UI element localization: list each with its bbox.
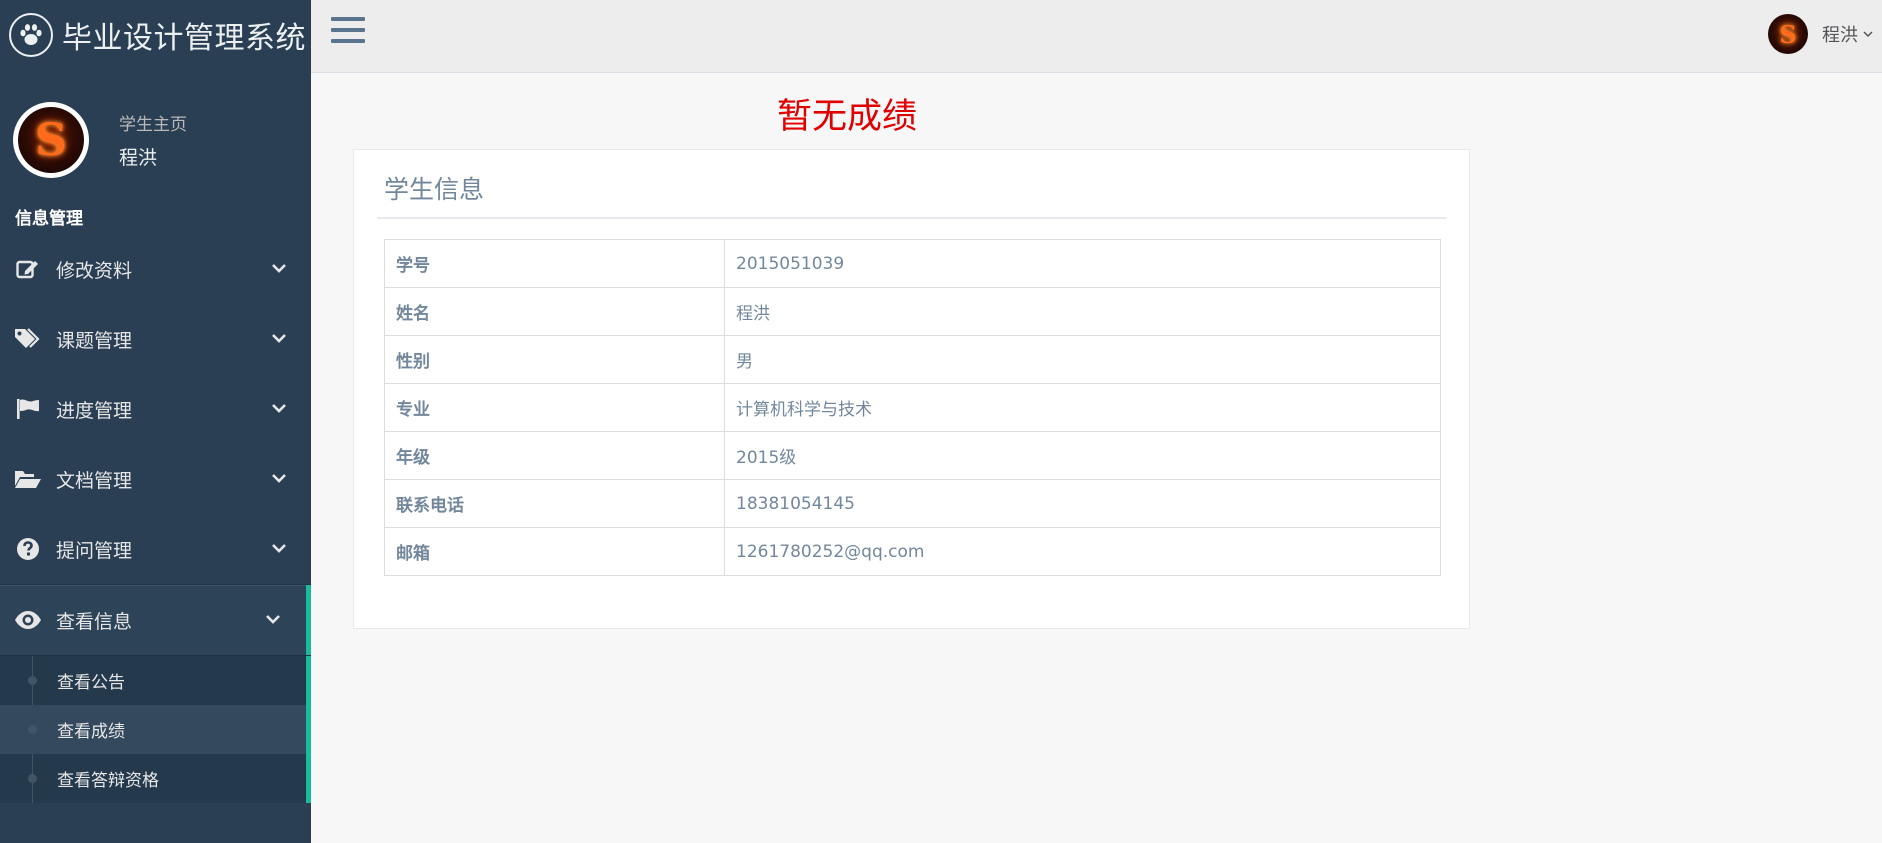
user-name: 程洪 xyxy=(1822,25,1858,46)
profile-welcome: 学生主页 xyxy=(119,115,187,135)
row-label: 联系电话 xyxy=(384,479,725,528)
submenu-view-info: 查看公告 查看成绩 查看答辩资格 xyxy=(0,656,311,803)
student-info-table: 学号 2015051039 姓名 程洪 性别 男 专业 计算机科学与技术 年级 … xyxy=(384,239,1441,576)
sidebar-item-edit-profile[interactable]: 修改资料 xyxy=(0,234,311,304)
avatar-letter: S xyxy=(1779,19,1797,49)
panel-title: 学生信息 xyxy=(384,175,485,204)
row-value: 男 xyxy=(724,335,1441,384)
row-value: 2015051039 xyxy=(724,239,1441,288)
row-value: 1261780252@qq.com xyxy=(724,527,1441,576)
flag-icon xyxy=(14,397,42,421)
sidebar-item-questions[interactable]: 提问管理 xyxy=(0,514,311,584)
submenu-item-announcements[interactable]: 查看公告 xyxy=(0,656,311,705)
row-value: 2015级 xyxy=(724,431,1441,480)
table-row: 专业 计算机科学与技术 xyxy=(384,383,1441,432)
sidebar-item-progress[interactable]: 进度管理 xyxy=(0,374,311,444)
grade-notice: 暂无成绩 xyxy=(777,97,918,137)
row-value: 18381054145 xyxy=(724,479,1441,528)
chevron-down-icon xyxy=(272,264,286,273)
divider xyxy=(377,217,1446,219)
row-label: 姓名 xyxy=(384,287,725,336)
section-title: 信息管理 xyxy=(15,209,83,229)
sidebar: 毕业设计管理系统 S 学生主页 程洪 信息管理 修改资料 课题管理 进度管理 文… xyxy=(0,0,311,843)
avatar: S xyxy=(13,102,89,178)
user-menu[interactable]: S 程洪 xyxy=(1768,14,1874,54)
row-label: 年级 xyxy=(384,431,725,480)
question-circle-icon xyxy=(14,537,42,561)
bullet-dot-icon xyxy=(28,725,37,734)
table-row: 邮箱 1261780252@qq.com xyxy=(384,527,1441,576)
sidebar-item-label: 修改资料 xyxy=(56,259,133,282)
student-info-panel: 学生信息 学号 2015051039 姓名 程洪 性别 男 专业 计算机科学与技… xyxy=(353,149,1470,629)
bullet-dot-icon xyxy=(28,676,37,685)
table-row: 性别 男 xyxy=(384,335,1441,384)
paw-icon xyxy=(9,13,53,57)
row-label: 邮箱 xyxy=(384,527,725,576)
sidebar-item-label: 进度管理 xyxy=(56,399,133,422)
row-label: 学号 xyxy=(384,239,725,288)
chevron-down-icon xyxy=(272,474,286,483)
submenu-item-grades[interactable]: 查看成绩 xyxy=(0,705,311,754)
row-label: 专业 xyxy=(384,383,725,432)
table-row: 年级 2015级 xyxy=(384,431,1441,480)
sidebar-item-label: 课题管理 xyxy=(56,329,133,352)
folder-open-icon xyxy=(14,467,42,491)
row-value: 程洪 xyxy=(724,287,1441,336)
submenu-item-label: 查看答辩资格 xyxy=(57,771,159,791)
chevron-down-icon xyxy=(272,334,286,343)
menu-toggle-icon[interactable] xyxy=(331,17,365,49)
brand[interactable]: 毕业设计管理系统 xyxy=(0,0,311,70)
sidebar-item-label: 文档管理 xyxy=(56,469,133,492)
top-nav: S 程洪 xyxy=(311,0,1882,73)
submenu-item-defense-eligibility[interactable]: 查看答辩资格 xyxy=(0,754,311,803)
bullet-dot-icon xyxy=(28,774,37,783)
app-title: 毕业设计管理系统 xyxy=(62,21,306,56)
table-row: 姓名 程洪 xyxy=(384,287,1441,336)
table-row: 学号 2015051039 xyxy=(384,239,1441,288)
side-menu: 修改资料 课题管理 进度管理 文档管理 提问管理 查看信息 xyxy=(0,234,311,656)
profile-name: 程洪 xyxy=(119,147,158,169)
profile: S 学生主页 程洪 xyxy=(0,70,311,180)
row-value: 计算机科学与技术 xyxy=(724,383,1441,432)
tags-icon xyxy=(14,327,42,351)
row-label: 性别 xyxy=(384,335,725,384)
sidebar-item-label: 提问管理 xyxy=(56,539,133,562)
table-row: 联系电话 18381054145 xyxy=(384,479,1441,528)
chevron-down-icon xyxy=(1863,31,1873,38)
edit-icon xyxy=(14,257,42,281)
sidebar-item-label: 查看信息 xyxy=(56,610,133,633)
eye-icon xyxy=(14,608,42,632)
sidebar-item-view-info[interactable]: 查看信息 xyxy=(0,584,311,656)
chevron-down-icon xyxy=(266,615,280,624)
user-avatar: S xyxy=(1768,14,1808,54)
chevron-down-icon xyxy=(272,544,286,553)
sidebar-item-topics[interactable]: 课题管理 xyxy=(0,304,311,374)
avatar-letter: S xyxy=(35,114,67,166)
submenu-item-label: 查看成绩 xyxy=(57,722,125,742)
sidebar-item-documents[interactable]: 文档管理 xyxy=(0,444,311,514)
submenu-item-label: 查看公告 xyxy=(57,673,125,693)
chevron-down-icon xyxy=(272,404,286,413)
